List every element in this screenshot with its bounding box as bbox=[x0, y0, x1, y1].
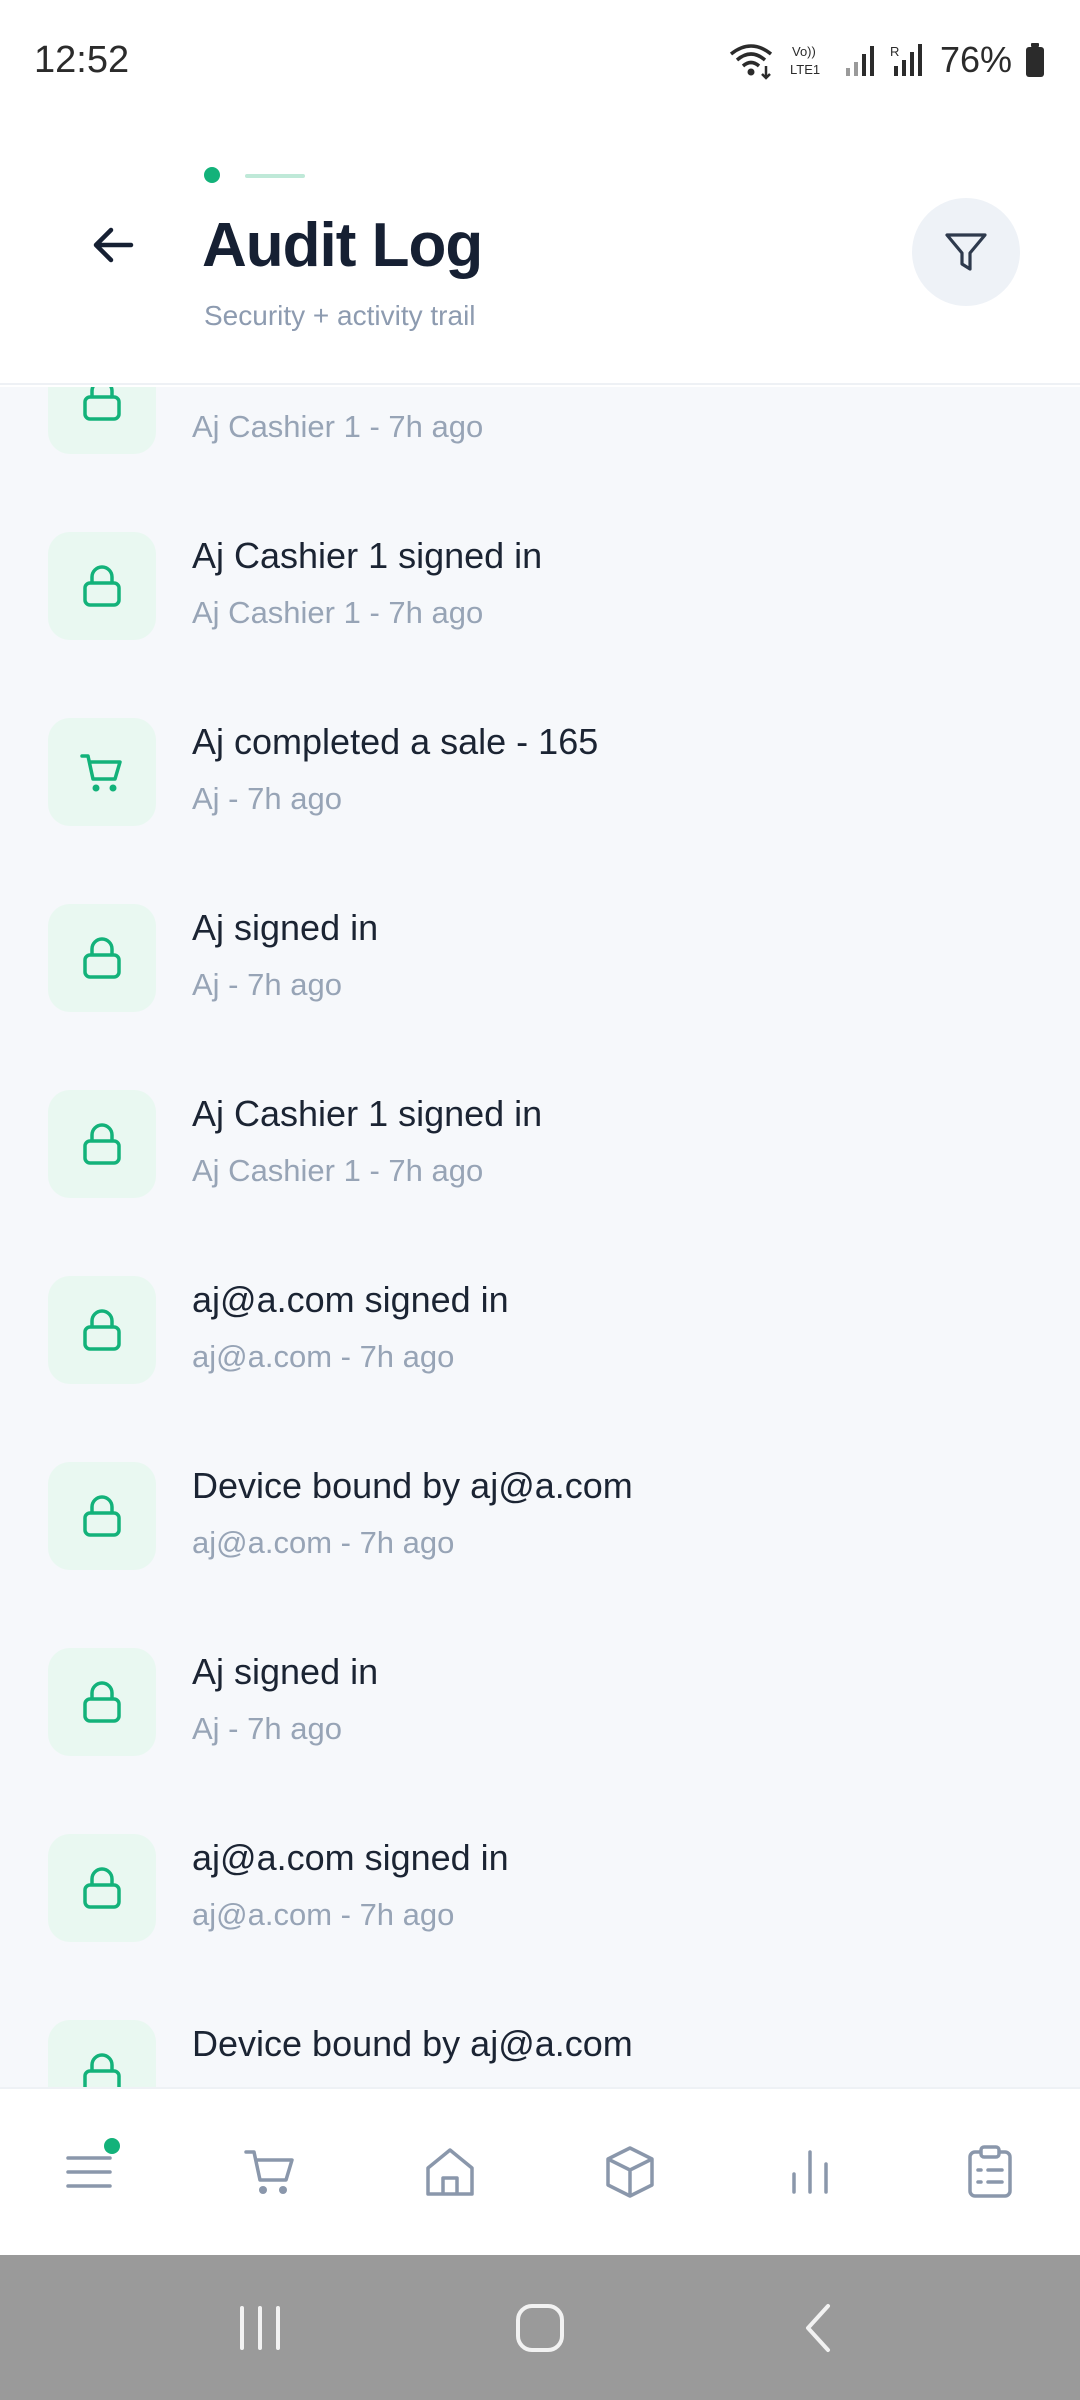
back-chevron-icon bbox=[806, 2303, 830, 2352]
home-circle-icon bbox=[516, 2303, 564, 2352]
entry-title: Device bound by aj@a.com bbox=[192, 1465, 633, 1506]
system-back-button[interactable] bbox=[760, 2278, 880, 2378]
lock-icon bbox=[83, 1495, 121, 1537]
entry-meta: Aj - 7h ago bbox=[192, 781, 342, 816]
entry-meta: Aj - 7h ago bbox=[192, 967, 342, 1002]
entry-title: Aj Cashier 1 signed in bbox=[192, 535, 543, 576]
box-icon bbox=[606, 2146, 654, 2198]
audit-list[interactable]: Aj Cashier 1 - 7h ago Aj Cashier 1 signed… bbox=[0, 387, 1080, 2087]
nav-inventory[interactable] bbox=[570, 2112, 690, 2232]
cart-icon bbox=[80, 754, 122, 792]
progress-line bbox=[245, 174, 305, 178]
entry-title: Aj signed in bbox=[192, 907, 379, 948]
entry-icon-tile bbox=[48, 1648, 156, 1756]
nav-home[interactable] bbox=[390, 2112, 510, 2232]
system-home-button[interactable] bbox=[480, 2278, 600, 2378]
entry-meta: Aj Cashier 1 - 7h ago bbox=[192, 1153, 484, 1188]
cart-icon bbox=[244, 2150, 294, 2194]
entry-meta: aj@a.com - 7h ago bbox=[192, 1339, 455, 1374]
battery-percent: 76% bbox=[939, 39, 1012, 80]
entry-icon-tile bbox=[48, 1462, 156, 1570]
entry-meta: aj@a.com - 7h ago bbox=[192, 1525, 455, 1560]
notification-dot bbox=[104, 2138, 120, 2154]
recent-apps-icon bbox=[240, 2305, 280, 2350]
menu-icon bbox=[66, 2156, 112, 2188]
bar-chart-icon bbox=[792, 2150, 828, 2194]
svg-text:Vo)): Vo)) bbox=[792, 44, 816, 59]
entry-meta: Aj - 7h ago bbox=[192, 1711, 342, 1746]
audit-entry[interactable]: Device bound by aj@a.com aj@a.com - 7h ag… bbox=[0, 1419, 1080, 1605]
clipboard-icon bbox=[968, 2145, 1012, 2198]
lock-icon bbox=[83, 565, 121, 607]
progress-dot bbox=[204, 167, 220, 183]
volte-icon: Vo)) LTE1 bbox=[790, 44, 820, 77]
entry-icon-tile bbox=[48, 2020, 156, 2087]
audit-entry[interactable]: aj@a.com signed in aj@a.com - 7h ago bbox=[0, 1233, 1080, 1419]
audit-entry[interactable]: Aj Cashier 1 signed in Aj Cashier 1 - 7h … bbox=[0, 1047, 1080, 1233]
back-button[interactable] bbox=[78, 210, 148, 280]
lock-icon bbox=[83, 387, 121, 421]
entry-meta: aj@a.com - 7h ago bbox=[192, 1897, 455, 1932]
lock-icon bbox=[83, 1867, 121, 1909]
entry-title: Device bound by aj@a.com bbox=[192, 2023, 633, 2064]
recent-apps-button[interactable] bbox=[200, 2278, 320, 2378]
home-icon bbox=[426, 2148, 474, 2196]
entry-title: aj@a.com signed in bbox=[192, 1837, 509, 1878]
battery-icon bbox=[1026, 43, 1044, 77]
entry-icon-tile bbox=[48, 387, 156, 454]
audit-entry[interactable]: Aj Cashier 1 - 7h ago bbox=[0, 387, 1080, 489]
roaming-signal-icon: R bbox=[890, 44, 922, 76]
entry-icon-tile bbox=[48, 1834, 156, 1942]
nav-cart[interactable] bbox=[210, 2112, 330, 2232]
entry-title: Aj signed in bbox=[192, 1651, 379, 1692]
entry-icon-tile bbox=[48, 904, 156, 1012]
signal-icon bbox=[845, 46, 874, 76]
lock-icon bbox=[83, 1123, 121, 1165]
status-time: 12:52 bbox=[34, 38, 130, 81]
wifi-icon bbox=[729, 44, 773, 80]
page-title: Audit Log bbox=[202, 211, 483, 280]
entry-title: Aj Cashier 1 signed in bbox=[192, 1093, 543, 1134]
svg-text:LTE1: LTE1 bbox=[790, 62, 820, 77]
lock-icon bbox=[83, 1309, 121, 1351]
lock-icon bbox=[83, 1681, 121, 1723]
audit-list-inner: Aj Cashier 1 - 7h ago Aj Cashier 1 signed… bbox=[0, 387, 1080, 2087]
system-nav bbox=[0, 2255, 1080, 2400]
entry-meta: Aj Cashier 1 - 7h ago bbox=[192, 409, 484, 444]
filter-icon bbox=[945, 233, 987, 271]
entry-meta: Aj Cashier 1 - 7h ago bbox=[192, 595, 484, 630]
filter-button[interactable] bbox=[912, 198, 1020, 306]
entry-title: Aj completed a sale - 165 bbox=[192, 721, 599, 762]
nav-reports[interactable] bbox=[750, 2112, 870, 2232]
entry-title: aj@a.com signed in bbox=[192, 1279, 509, 1320]
audit-entry[interactable]: Aj Cashier 1 signed in Aj Cashier 1 - 7h … bbox=[0, 489, 1080, 675]
page-subtitle: Security + activity trail bbox=[204, 300, 476, 331]
audit-entry[interactable]: Aj signed in Aj - 7h ago bbox=[0, 1605, 1080, 1791]
nav-audit[interactable] bbox=[930, 2112, 1050, 2232]
entry-icon-tile bbox=[48, 532, 156, 640]
svg-text:R: R bbox=[890, 44, 899, 59]
lock-icon bbox=[83, 937, 121, 979]
lock-icon bbox=[83, 2053, 121, 2087]
audit-entry[interactable]: Aj completed a sale - 165 Aj - 7h ago bbox=[0, 675, 1080, 861]
nav-menu[interactable] bbox=[30, 2112, 150, 2232]
status-bar: 12:52 Vo)) LTE1 R 76% bbox=[0, 0, 1080, 120]
status-icons: Vo)) LTE1 R 76% bbox=[726, 39, 1046, 81]
audit-entry[interactable]: Device bound by aj@a.comaj@a.com - 7h ag… bbox=[0, 1977, 1080, 2087]
entry-icon-tile bbox=[48, 1090, 156, 1198]
arrow-left-icon bbox=[93, 227, 134, 263]
audit-entry[interactable]: aj@a.com signed in aj@a.com - 7h ago bbox=[0, 1791, 1080, 1977]
entry-icon-tile bbox=[48, 718, 156, 826]
entry-icon-tile bbox=[48, 1276, 156, 1384]
audit-entry[interactable]: Aj signed in Aj - 7h ago bbox=[0, 861, 1080, 1047]
bottom-nav bbox=[0, 2087, 1080, 2255]
